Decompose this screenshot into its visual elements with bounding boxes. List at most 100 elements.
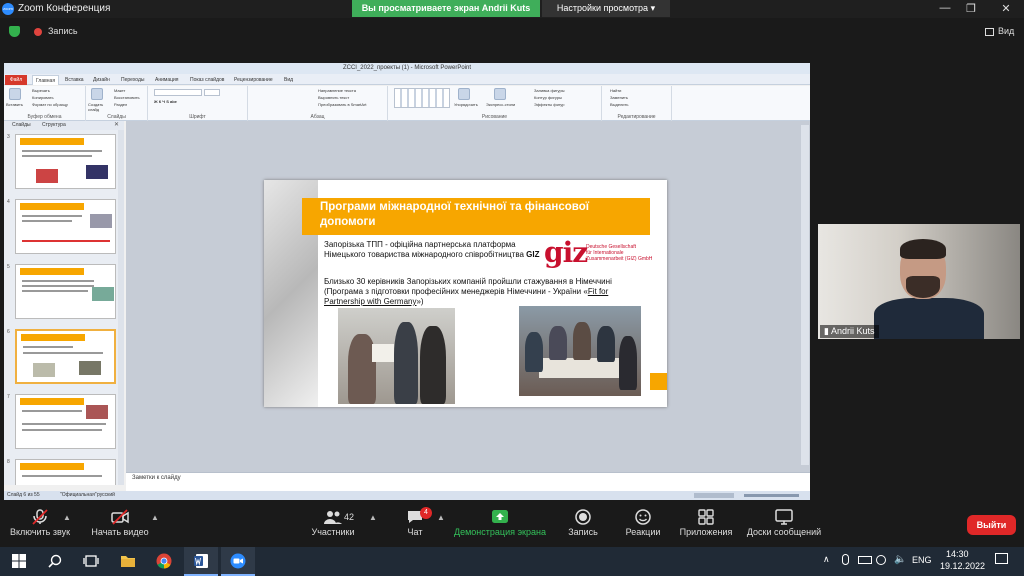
shapes-gallery[interactable] <box>394 88 450 108</box>
photo-person <box>394 322 418 404</box>
reset-button[interactable]: Восстановить <box>114 95 140 100</box>
participants-icon <box>324 509 342 524</box>
quick-styles-button[interactable]: Экспресс-стили <box>486 102 515 107</box>
taskbar-chrome[interactable] <box>147 547 181 576</box>
minimize-button[interactable]: — <box>935 2 955 14</box>
input-language[interactable]: ENG <box>912 555 932 565</box>
ppt-tab-transitions[interactable]: Переходы <box>118 75 147 85</box>
start-video-button[interactable]: Начать видео <box>80 505 160 537</box>
microphone-icon[interactable] <box>842 554 849 565</box>
meeting-info-bar <box>0 18 1024 45</box>
tab-outline[interactable]: Структура <box>42 121 66 130</box>
slide-thumbnail[interactable] <box>15 134 116 189</box>
recording-label[interactable]: Запись <box>48 26 78 36</box>
align-text-button[interactable]: Выровнять текст <box>318 95 349 100</box>
layout-button[interactable]: Макет <box>114 88 125 93</box>
search-button[interactable] <box>38 547 72 576</box>
chevron-up-icon[interactable]: ▲ <box>437 513 445 522</box>
chevron-up-icon[interactable]: ▲ <box>63 513 71 522</box>
ppt-tab-design[interactable]: Дизайн <box>90 75 113 85</box>
record-circle-icon <box>574 509 592 525</box>
network-icon[interactable] <box>858 556 872 564</box>
record-icon <box>34 28 42 36</box>
slide-scrollbar[interactable] <box>801 125 809 465</box>
slide-thumbnail-selected[interactable] <box>15 329 116 384</box>
taskbar-file-explorer[interactable] <box>111 547 145 576</box>
taskbar-word[interactable] <box>184 547 218 576</box>
share-screen-button[interactable]: Демонстрация экрана <box>450 505 550 537</box>
replace-button[interactable]: Заменить <box>610 95 628 100</box>
chevron-up-icon[interactable]: ▲ <box>151 513 159 522</box>
view-buttons[interactable] <box>694 493 734 498</box>
thumb-title-bar <box>20 203 84 210</box>
format-painter-button[interactable]: Формат по образцу <box>32 102 68 107</box>
copy-button[interactable]: Копировать <box>32 95 54 100</box>
notes-pane[interactable] <box>126 472 810 491</box>
start-button[interactable] <box>2 547 36 576</box>
view-options-button[interactable]: Настройки просмотра ▾ <box>542 0 670 17</box>
participant-video[interactable]: ▮ Andrii Kuts <box>818 224 1020 339</box>
close-pane-icon[interactable]: ✕ <box>114 121 119 130</box>
whiteboard-icon <box>775 509 793 525</box>
clock-date[interactable]: 19.12.2022 <box>940 561 985 571</box>
task-view-button[interactable] <box>74 547 108 576</box>
slide-thumbnail[interactable] <box>15 264 116 319</box>
participants-label: Участники <box>311 527 355 537</box>
clock-time[interactable]: 14:30 <box>946 549 969 559</box>
thumb-image <box>33 363 55 377</box>
select-button[interactable]: Выделить <box>610 102 628 107</box>
slide-thumbnail[interactable] <box>15 199 116 254</box>
slide-thumbnail[interactable] <box>15 394 116 449</box>
shape-effects-button[interactable]: Эффекты фигур <box>534 102 564 107</box>
font-size-select[interactable] <box>204 89 220 96</box>
taskbar-zoom[interactable] <box>221 547 255 576</box>
shape-fill-button[interactable]: Заливка фигуры <box>534 88 565 93</box>
notification-icon[interactable] <box>995 553 1008 564</box>
thumb-text-line <box>22 423 106 425</box>
arrange-button[interactable]: Упорядочить <box>454 102 478 107</box>
participants-button[interactable]: Участники <box>293 505 373 537</box>
section-button[interactable]: Раздел <box>114 102 127 107</box>
new-slide-label[interactable]: Создать слайд <box>88 102 112 112</box>
thumbnail-scrollbar[interactable] <box>118 130 124 485</box>
ppt-tab-slideshow[interactable]: Показ слайдов <box>187 75 227 85</box>
ppt-tab-home[interactable]: Главная <box>32 75 60 85</box>
volume-icon[interactable]: 🔈 <box>894 554 906 565</box>
slide-thumbnail[interactable] <box>15 459 116 485</box>
chevron-up-icon[interactable]: ∧ <box>823 554 830 565</box>
paste-icon[interactable] <box>9 88 21 100</box>
leave-button[interactable]: Выйти <box>967 515 1016 535</box>
ribbon-group-font: Ж К Ч S abe Шрифт <box>148 86 248 121</box>
slide-paragraph-2: Близько 30 керівників Запорізьких компан… <box>324 277 636 307</box>
maximize-button[interactable]: ❐ <box>961 2 981 15</box>
ppt-tab-review[interactable]: Рецензирование <box>231 75 276 85</box>
view-button[interactable]: Вид <box>998 26 1014 36</box>
new-slide-icon[interactable] <box>91 88 103 100</box>
font-style-buttons[interactable]: Ж К Ч S abe <box>154 99 177 104</box>
thumb-number: 3 <box>7 134 10 140</box>
apps-label: Приложения <box>679 527 733 537</box>
text-direction-button[interactable]: Направление текста <box>318 88 356 93</box>
ppt-tab-file[interactable]: Файл <box>5 75 27 85</box>
folder-icon <box>120 553 136 569</box>
close-button[interactable]: ✕ <box>996 2 1016 15</box>
quick-styles-icon[interactable] <box>494 88 506 100</box>
ppt-tab-animation[interactable]: Анимация <box>152 75 181 85</box>
arrange-icon[interactable] <box>458 88 470 100</box>
whiteboards-button[interactable]: Доски сообщений <box>739 505 829 537</box>
onedrive-icon[interactable] <box>876 555 886 565</box>
find-button[interactable]: Найти <box>610 88 621 93</box>
zoom-slider[interactable] <box>744 494 799 497</box>
thumb-number: 5 <box>7 264 10 270</box>
ppt-tab-view[interactable]: Вид <box>281 75 296 85</box>
convert-smartart-button[interactable]: Преобразовать в SmartArt <box>318 102 367 107</box>
cut-button[interactable]: Вырезать <box>32 88 50 93</box>
slide-paragraph-1: Запорізька ТПП - офіційна партнерська пл… <box>324 240 546 260</box>
font-name-select[interactable] <box>154 89 202 96</box>
tab-slides[interactable]: Слайды <box>12 121 31 130</box>
shield-icon[interactable] <box>9 26 20 37</box>
apps-button[interactable]: Приложения <box>666 505 746 537</box>
paste-label[interactable]: Вставить <box>6 102 23 107</box>
shape-outline-button[interactable]: Контур фигуры <box>534 95 562 100</box>
ppt-tab-insert[interactable]: Вставка <box>62 75 87 85</box>
